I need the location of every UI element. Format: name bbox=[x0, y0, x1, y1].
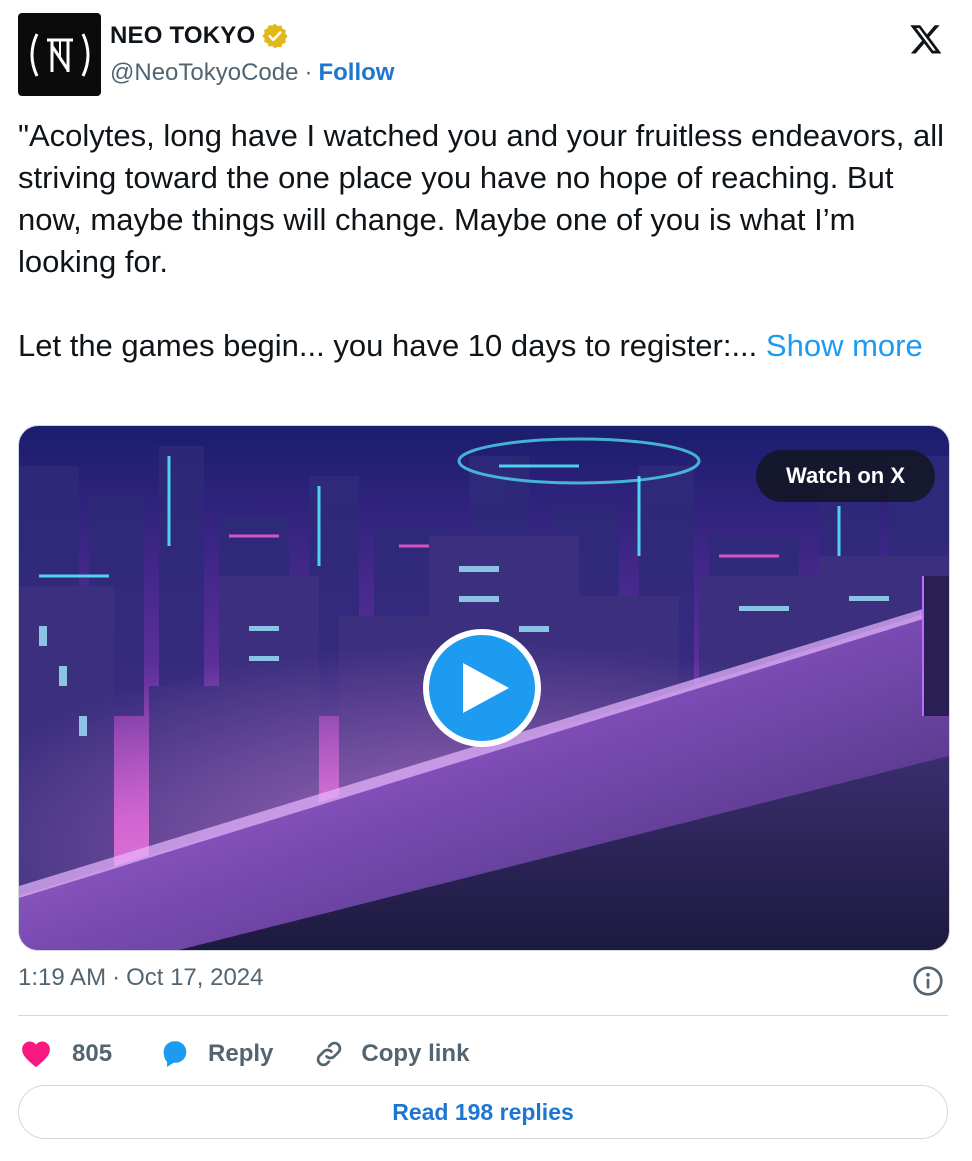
timestamp-separator: · bbox=[112, 964, 121, 991]
reply-label: Reply bbox=[208, 1040, 274, 1067]
tweet-timestamp[interactable]: 1:19 AM · Oct 17, 2024 bbox=[18, 964, 264, 992]
verified-badge-icon bbox=[261, 22, 289, 50]
watch-on-x-button[interactable]: Watch on X bbox=[756, 450, 935, 502]
tweet-paragraph-2-text: Let the games begin... you have 10 days … bbox=[18, 328, 758, 363]
author-handle[interactable]: @NeoTokyoCode bbox=[110, 59, 298, 87]
like-count: 805 bbox=[72, 1040, 113, 1067]
tweet-embed-card: NEO TOKYO @NeoTokyoCode · Follow "Acolyt… bbox=[0, 0, 972, 1161]
info-icon[interactable] bbox=[912, 965, 944, 997]
read-replies-button[interactable]: Read 198 replies bbox=[18, 1085, 948, 1139]
author-display-name[interactable]: NEO TOKYO bbox=[110, 22, 255, 50]
tweet-text: "Acolytes, long have I watched you and y… bbox=[18, 115, 958, 367]
handle-separator: · bbox=[304, 59, 313, 86]
author-name-row: NEO TOKYO bbox=[110, 22, 289, 50]
x-logo-icon[interactable] bbox=[908, 22, 944, 56]
divider bbox=[18, 1015, 948, 1016]
speech-bubble-icon bbox=[163, 1041, 187, 1068]
play-icon bbox=[463, 663, 509, 713]
link-icon bbox=[317, 1041, 342, 1067]
show-more-link[interactable]: Show more bbox=[766, 328, 923, 363]
neo-tokyo-logo-icon bbox=[30, 32, 89, 77]
avatar[interactable] bbox=[18, 13, 101, 96]
author-handle-row: @NeoTokyoCode · Follow bbox=[110, 59, 394, 87]
tweet-date: Oct 17, 2024 bbox=[126, 964, 264, 991]
play-button[interactable] bbox=[423, 629, 541, 747]
video-media[interactable]: Watch on X bbox=[18, 425, 950, 951]
heart-icon bbox=[22, 1041, 50, 1068]
tweet-time: 1:19 AM bbox=[18, 964, 107, 991]
reply-button[interactable]: Reply bbox=[158, 1037, 273, 1071]
tweet-paragraph-2: Let the games begin... you have 10 days … bbox=[18, 325, 958, 367]
tweet-paragraph-1: "Acolytes, long have I watched you and y… bbox=[18, 118, 945, 279]
copy-link-label: Copy link bbox=[361, 1040, 470, 1067]
copy-link-button[interactable]: Copy link bbox=[313, 1038, 469, 1070]
follow-link[interactable]: Follow bbox=[318, 59, 394, 87]
like-button[interactable]: 805 bbox=[18, 1037, 112, 1071]
action-bar: 805 Reply Copy link bbox=[18, 1034, 469, 1074]
